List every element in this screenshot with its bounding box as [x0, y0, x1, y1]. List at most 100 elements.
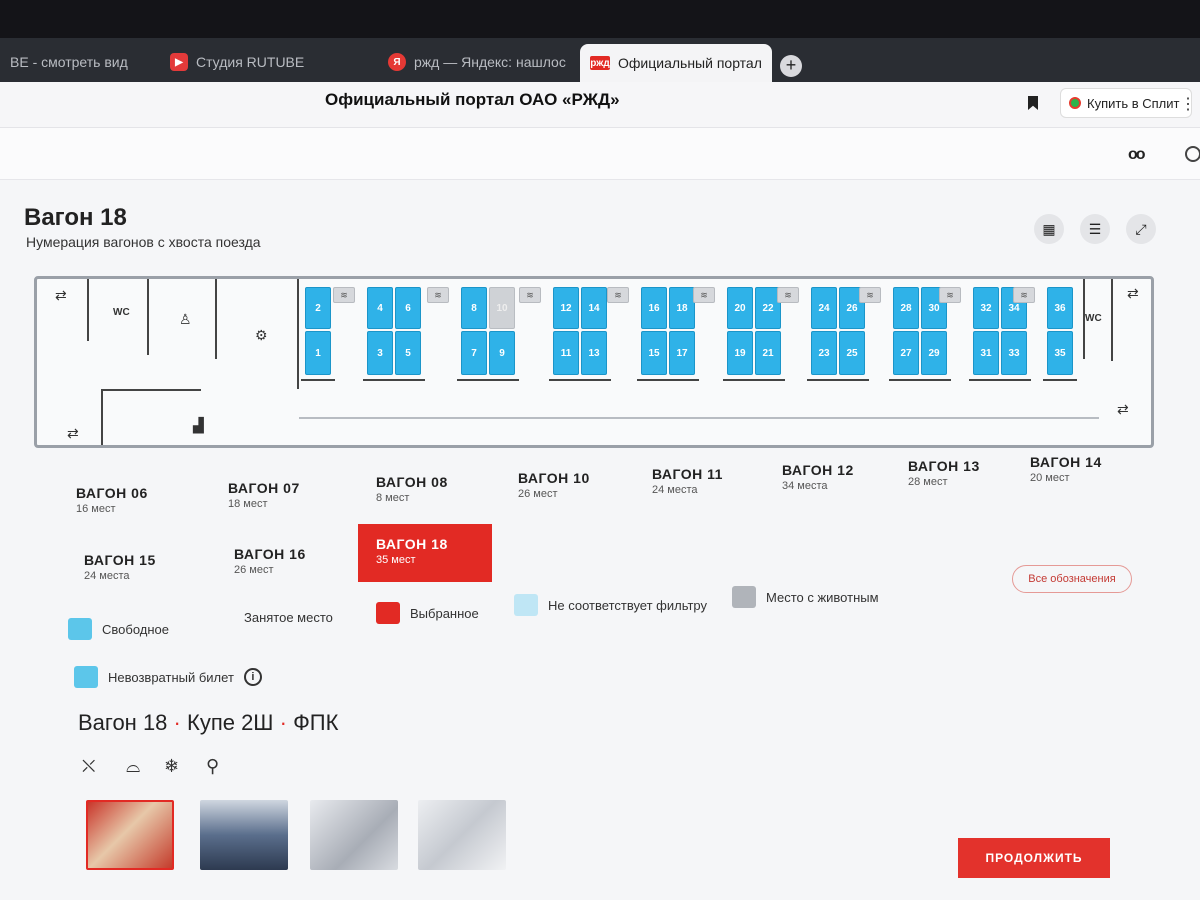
accessibility-glasses-icon[interactable]: oo — [1128, 146, 1145, 164]
split-logo-icon — [1069, 97, 1081, 109]
car-link[interactable]: ВАГОН 14 20 мест — [1030, 454, 1140, 484]
tab-rzd-portal[interactable]: ржд Официальный портал × — [580, 44, 772, 82]
exit-icon: ⇄ — [1117, 401, 1129, 417]
seat-5[interactable]: 5 — [395, 331, 421, 375]
info-icon[interactable]: i — [243, 668, 262, 686]
car-photo-2[interactable] — [200, 800, 288, 870]
car-link[interactable]: ВАГОН 07 18 мест — [228, 480, 358, 510]
seat-13[interactable]: 13 — [581, 331, 607, 375]
car-photo-1[interactable] — [86, 800, 174, 870]
table-icon: ≋ — [859, 287, 881, 303]
tab-rutube-studio[interactable]: ▶ Студия RUTUBE — [160, 46, 360, 78]
table-icon: ≋ — [693, 287, 715, 303]
car-link[interactable]: ВАГОН 15 24 места — [84, 552, 214, 582]
seat-9[interactable]: 9 — [489, 331, 515, 375]
car-seat-count: 20 мест — [1030, 472, 1070, 484]
seat-18[interactable]: 18 — [669, 287, 695, 329]
car-name: ВАГОН 13 — [908, 458, 980, 474]
compartment-wall — [549, 379, 611, 381]
seat-6[interactable]: 6 — [395, 287, 421, 329]
list-view-icon[interactable]: ☰ — [1080, 214, 1110, 244]
car-name: ВАГОН 10 — [518, 470, 590, 486]
seat-32[interactable]: 32 — [973, 287, 999, 329]
split-button-label: Купить в Сплит — [1087, 95, 1180, 111]
car-link[interactable]: ВАГОН 13 28 мест — [908, 458, 1038, 488]
seat-29[interactable]: 29 — [921, 331, 947, 375]
bookmark-icon[interactable] — [1028, 96, 1038, 110]
seat-19[interactable]: 19 — [727, 331, 753, 375]
seat-31[interactable]: 31 — [973, 331, 999, 375]
legend-swatch — [74, 666, 98, 688]
separator: · — [173, 710, 181, 735]
seat-8[interactable]: 8 — [461, 287, 487, 329]
legend-item: Свободное — [68, 618, 169, 640]
seat-1[interactable]: 1 — [305, 331, 331, 375]
car-scheme: ⇄ WC ♙ ⚙ ▟ ⇄ WC ⇄ ⇄ 2 1 4 3 6 5 ≋ 8 7 10 9 ≋ 12 11 14 1… — [34, 276, 1154, 448]
compartment-wall — [363, 379, 425, 381]
car-name: ВАГОН 14 — [1030, 454, 1102, 470]
seat-14[interactable]: 14 — [581, 287, 607, 329]
seat-23[interactable]: 23 — [811, 331, 837, 375]
seat-36[interactable]: 36 — [1047, 287, 1073, 329]
seat-24[interactable]: 24 — [811, 287, 837, 329]
legend-label: Место с животным — [766, 589, 879, 605]
luggage-icon: ▟ — [193, 417, 204, 433]
rzd-icon: ржд — [590, 56, 610, 70]
car-link-selected[interactable]: ВАГОН 18 35 мест — [358, 524, 492, 582]
compartment-wall — [889, 379, 951, 381]
kebab-menu-icon[interactable]: ⋮ — [1180, 94, 1196, 114]
seat-21[interactable]: 21 — [755, 331, 781, 375]
car-link[interactable]: ВАГОН 12 34 места — [782, 462, 912, 492]
table-icon: ≋ — [607, 287, 629, 303]
seat-10[interactable]: 10 — [489, 287, 515, 329]
table-icon: ≋ — [333, 287, 355, 303]
seat-11[interactable]: 11 — [553, 331, 579, 375]
legend-label: Свободное — [102, 621, 169, 637]
seat-20[interactable]: 20 — [727, 287, 753, 329]
table-icon: ≋ — [519, 287, 541, 303]
car-seat-count: 35 мест — [376, 554, 416, 566]
seat-28[interactable]: 28 — [893, 287, 919, 329]
legend-swatch — [68, 618, 92, 640]
seat-12[interactable]: 12 — [553, 287, 579, 329]
seat-7[interactable]: 7 — [461, 331, 487, 375]
compartment-wall — [723, 379, 785, 381]
legend-label: Не соответствует фильтру — [548, 597, 708, 613]
tab-yandex-search[interactable]: Я ржд — Яндекс: нашлос — [378, 46, 573, 78]
tab-rutube-video[interactable]: BE - смотреть вид — [0, 46, 150, 78]
seat-27[interactable]: 27 — [893, 331, 919, 375]
car-photo-4[interactable] — [418, 800, 506, 870]
car-link[interactable]: ВАГОН 16 26 мест — [234, 546, 364, 576]
tab-label: Студия RUTUBE — [196, 54, 305, 70]
seat-2[interactable]: 2 — [305, 287, 331, 329]
expand-icon[interactable]: ⤢ — [1126, 214, 1156, 244]
seat-35[interactable]: 35 — [1047, 331, 1073, 375]
car-seat-count: 28 мест — [908, 476, 948, 488]
car-name: ВАГОН 16 — [234, 546, 306, 562]
car-seat-count: 8 мест — [376, 492, 410, 504]
car-link[interactable]: ВАГОН 06 16 мест — [76, 485, 206, 515]
seat-15[interactable]: 15 — [641, 331, 667, 375]
car-seat-count: 24 места — [84, 570, 130, 582]
car-photo-3[interactable] — [310, 800, 398, 870]
compartment-wall — [637, 379, 699, 381]
user-icon[interactable] — [1185, 146, 1200, 162]
compact-view-icon[interactable]: ▦ — [1034, 214, 1064, 244]
all-legend-button[interactable]: Все обозначения — [1012, 565, 1132, 593]
seat-16[interactable]: 16 — [641, 287, 667, 329]
continue-button[interactable]: ПРОДОЛЖИТЬ — [958, 838, 1110, 878]
new-tab-button[interactable]: + — [780, 55, 802, 77]
screen: BE - смотреть вид ▶ Студия RUTUBE Я ржд … — [0, 0, 1200, 900]
seat-4[interactable]: 4 — [367, 287, 393, 329]
seat-17[interactable]: 17 — [669, 331, 695, 375]
compartment-wall — [807, 379, 869, 381]
car-link[interactable]: ВАГОН 08 8 мест — [376, 474, 506, 504]
split-button[interactable]: Купить в Сплит — [1060, 88, 1193, 118]
seat-25[interactable]: 25 — [839, 331, 865, 375]
seat-3[interactable]: 3 — [367, 331, 393, 375]
seat-33[interactable]: 33 — [1001, 331, 1027, 375]
car-link[interactable]: ВАГОН 11 24 места — [652, 466, 782, 496]
legend-label: Невозвратный билет — [108, 669, 234, 685]
car-name: ВАГОН 18 — [376, 536, 448, 552]
car-link[interactable]: ВАГОН 10 26 мест — [518, 470, 648, 500]
